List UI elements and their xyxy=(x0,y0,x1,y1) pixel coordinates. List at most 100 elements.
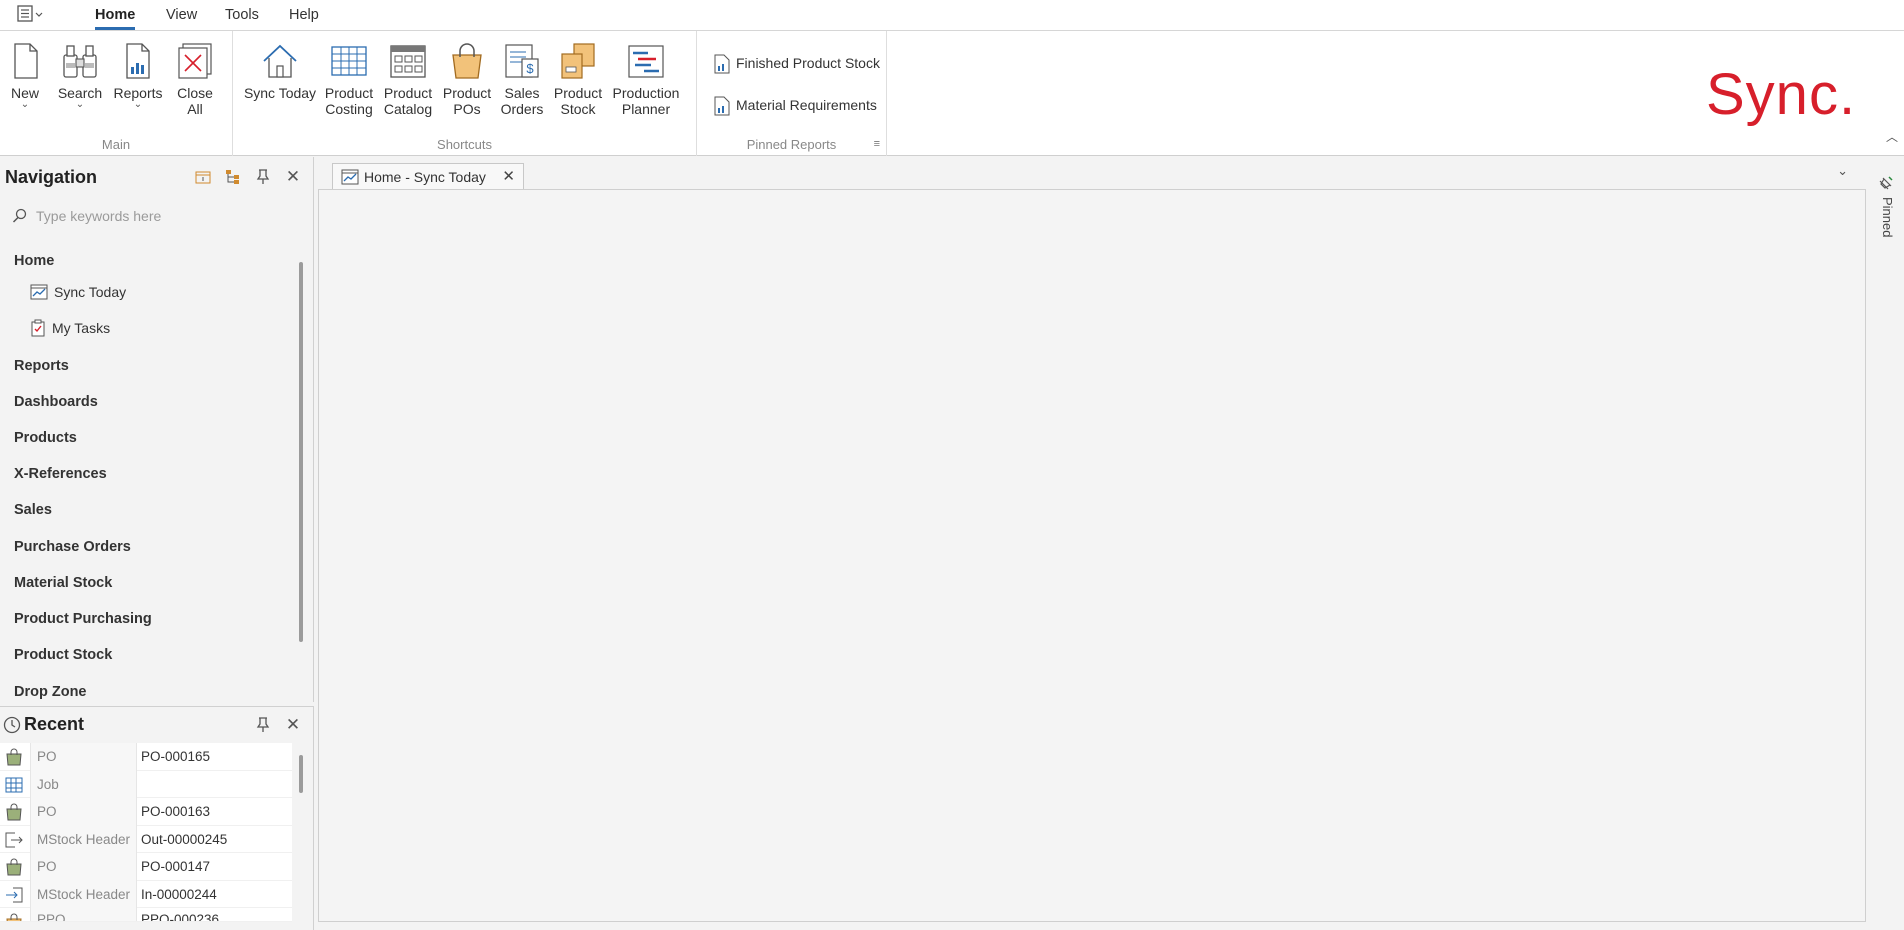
product-stock-label-2: Stock xyxy=(560,101,596,117)
history-clock-icon xyxy=(3,716,21,734)
app-menu-icon xyxy=(17,5,43,22)
nav-section-dashboards[interactable]: Dashboards xyxy=(14,394,98,410)
nav-section-x-references[interactable]: X-References xyxy=(14,466,107,482)
list-item[interactable]: PO PO-000147 xyxy=(0,853,292,881)
recent-value: PO-000165 xyxy=(141,749,211,764)
tab-view[interactable]: View xyxy=(166,7,197,23)
document-tab-home-sync-today[interactable]: Home - Sync Today ✕ xyxy=(332,163,524,189)
recent-value: PO-000147 xyxy=(141,859,211,874)
nav-section-reports[interactable]: Reports xyxy=(14,358,69,374)
search-input[interactable] xyxy=(36,208,286,224)
list-item[interactable]: PO PO-000165 xyxy=(0,743,292,771)
list-item[interactable]: Job xyxy=(0,770,292,798)
nav-section-drop-zone[interactable]: Drop Zone xyxy=(14,684,87,700)
close-all-button[interactable]: Close All xyxy=(172,41,218,117)
reports-button[interactable]: Reports ⌄ xyxy=(112,41,164,110)
close-icon[interactable]: ✕ xyxy=(283,167,303,187)
search-button[interactable]: Search ⌄ xyxy=(56,41,104,110)
new-document-icon xyxy=(14,43,38,79)
nav-section-purchase-orders[interactable]: Purchase Orders xyxy=(14,539,131,555)
new-button[interactable]: New ⌄ xyxy=(6,41,44,110)
recent-type: PO xyxy=(30,853,137,881)
tab-home[interactable]: Home xyxy=(95,7,136,30)
svg-text:$: $ xyxy=(526,61,534,76)
boxes-icon xyxy=(561,43,595,79)
nav-item-my-tasks[interactable]: My Tasks xyxy=(30,319,110,337)
product-catalog-label-2: Catalog xyxy=(383,101,433,117)
collapse-all-icon[interactable] xyxy=(193,167,213,187)
bag-icon xyxy=(6,748,22,766)
document-tab-label: Home - Sync Today xyxy=(364,168,486,185)
product-pos-button[interactable]: Product POs xyxy=(441,41,493,117)
production-planner-label-2: Planner xyxy=(621,101,671,117)
nav-item-sync-today[interactable]: Sync Today xyxy=(30,284,126,300)
nav-section-home[interactable]: Home xyxy=(14,253,54,269)
tree-view-icon[interactable] xyxy=(223,167,243,187)
out-arrow-icon xyxy=(5,832,23,847)
menu-bar: Home View Tools Help xyxy=(0,0,1904,31)
production-planner-button[interactable]: Production Planner xyxy=(611,41,681,117)
chart-window-icon xyxy=(341,169,359,184)
pin-icon xyxy=(1879,176,1893,190)
product-costing-button[interactable]: Product Costing xyxy=(323,41,375,117)
sales-document-icon: $ xyxy=(505,44,539,78)
pinned-report-label: Finished Product Stock xyxy=(736,55,880,71)
app-menu-button[interactable] xyxy=(16,5,46,25)
close-all-label-2: All xyxy=(187,101,203,117)
ribbon-group-label-shortcuts: Shortcuts xyxy=(437,137,492,152)
list-item[interactable]: MStock Header In-00000244 xyxy=(0,880,292,908)
pinned-report-material-requirements[interactable]: Material Requirements xyxy=(714,93,877,117)
product-pos-label-1: Product xyxy=(442,85,492,101)
close-tab-icon[interactable]: ✕ xyxy=(502,167,515,185)
sync-today-label: Sync Today xyxy=(243,85,317,101)
grid-sheet-icon xyxy=(331,46,367,76)
collapse-ribbon-icon[interactable]: ︿ xyxy=(1886,128,1898,145)
ribbon-group-label-main: Main xyxy=(101,137,131,152)
product-stock-label-1: Product xyxy=(553,85,603,101)
recent-type: MStock Header xyxy=(30,825,137,853)
product-costing-label-1: Product xyxy=(324,85,374,101)
sales-orders-label-2: Orders xyxy=(500,101,544,117)
chevron-down-icon: ⌄ xyxy=(75,99,85,110)
nav-section-products[interactable]: Products xyxy=(14,430,77,446)
close-icon[interactable]: ✕ xyxy=(283,715,303,735)
nav-section-product-purchasing[interactable]: Product Purchasing xyxy=(14,611,152,627)
navigation-search xyxy=(12,205,302,227)
tabs-dropdown-icon[interactable]: ⌄ xyxy=(1837,163,1848,179)
list-item[interactable]: PPO PPO-000236 xyxy=(0,908,292,922)
pinned-side-strip[interactable]: Pinned xyxy=(1870,157,1904,930)
list-item[interactable]: PO PO-000163 xyxy=(0,798,292,826)
report-icon xyxy=(714,54,730,74)
pin-icon[interactable] xyxy=(253,715,273,735)
pinned-report-finished-product-stock[interactable]: Finished Product Stock xyxy=(714,51,880,75)
ribbon-group-shortcuts: Sync Today Product Costing Product Catal… xyxy=(233,31,697,156)
group-launcher-icon[interactable]: ≡ xyxy=(874,138,880,150)
report-icon xyxy=(714,96,730,116)
product-stock-button[interactable]: Product Stock xyxy=(553,41,603,117)
list-item[interactable]: MStock Header Out-00000245 xyxy=(0,825,292,853)
recent-type: PO xyxy=(30,798,137,826)
recent-panel: Recent ✕ PO PO-000165 Job PO PO-000163 M… xyxy=(0,706,314,930)
recent-value: Out-00000245 xyxy=(141,831,228,847)
nav-section-material-stock[interactable]: Material Stock xyxy=(14,575,112,591)
ribbon-group-label-pinned: Pinned Reports xyxy=(746,137,837,152)
sync-today-button[interactable]: Sync Today xyxy=(243,41,317,101)
nav-section-product-stock[interactable]: Product Stock xyxy=(14,647,112,663)
recent-type: Job xyxy=(30,770,137,798)
recent-scrollbar[interactable] xyxy=(299,755,303,793)
pinned-label: Pinned xyxy=(1880,197,1895,238)
nav-item-label: Sync Today xyxy=(54,284,127,300)
tab-help[interactable]: Help xyxy=(289,7,319,23)
production-planner-label-1: Production xyxy=(612,85,680,101)
sales-orders-button[interactable]: $ Sales Orders xyxy=(499,41,545,117)
tab-tools[interactable]: Tools xyxy=(225,7,259,23)
navigation-scrollbar[interactable] xyxy=(299,262,303,642)
close-all-label-1: Close xyxy=(177,85,213,101)
recent-type: PO xyxy=(30,743,137,771)
navigation-panel: Navigation ✕ Home Sync Today My Tasks Re… xyxy=(0,157,314,702)
grid-icon xyxy=(5,777,23,792)
product-catalog-button[interactable]: Product Catalog xyxy=(381,41,435,117)
shopping-bag-icon xyxy=(452,43,482,79)
nav-section-sales[interactable]: Sales xyxy=(14,502,52,518)
pin-icon[interactable] xyxy=(253,167,273,187)
